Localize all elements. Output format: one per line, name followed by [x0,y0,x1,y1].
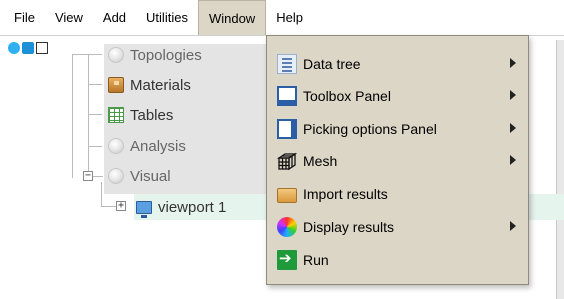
menu-item-label: Picking options Panel [303,121,437,137]
mesh-icon [276,151,298,171]
menu-item-display-results[interactable]: Display results [267,211,528,243]
tree-line [93,176,103,177]
tree-item-label: Topologies [130,46,202,64]
menu-help[interactable]: Help [266,0,313,35]
tree-line [101,182,102,206]
menu-utilities[interactable]: Utilities [136,0,198,35]
expand-viewport-toggle[interactable]: + [116,201,126,211]
data-tree-icon [277,54,297,74]
menu-item-picking-options-panel[interactable]: Picking options Panel [267,113,528,145]
submenu-arrow-icon [510,123,516,133]
menu-item-label: Data tree [303,56,361,72]
menu-item-run[interactable]: Run [267,244,528,276]
import-results-icon [277,187,297,203]
tree-line [88,114,102,115]
right-panel-edge[interactable] [556,40,564,299]
submenu-arrow-icon [510,58,516,68]
menu-item-data-tree[interactable]: Data tree [267,48,528,80]
submenu-arrow-icon [510,221,516,231]
menu-item-label: Display results [303,219,395,235]
sphere-icon[interactable] [8,42,20,54]
monitor-icon [136,200,152,218]
window-menu-dropdown: Data tree Toolbox Panel Picking options … [266,35,529,285]
tree-item-label: Materials [130,76,191,94]
box-icon [108,77,124,93]
tree-item-viewport-1[interactable]: viewport 1 [136,196,226,218]
menu-view[interactable]: View [45,0,93,35]
tree-item-topologies[interactable]: Topologies [108,44,202,66]
tree-item-label: viewport 1 [158,198,227,216]
tree-line [72,54,73,178]
menu-add[interactable]: Add [93,0,136,35]
menu-item-mesh[interactable]: Mesh [267,145,528,177]
menu-bar: File View Add Utilities Window Help [0,0,564,35]
display-shape-toggles [8,42,48,54]
toolbox-panel-icon [277,86,297,106]
tree-item-visual[interactable]: Visual [108,165,171,187]
wireframe-icon[interactable] [36,42,48,54]
run-icon [277,249,297,270]
cube-icon[interactable] [22,42,34,54]
orb-icon [108,138,124,154]
tree-item-label: Analysis [130,137,186,155]
tree-line [72,54,102,55]
display-results-icon [277,217,297,237]
tree-line [88,84,102,85]
orb-icon [108,168,124,184]
submenu-arrow-icon [510,90,516,100]
menu-item-label: Run [303,252,329,268]
tree-item-tables[interactable]: Tables [108,104,173,126]
orb-icon [108,47,124,63]
tree-item-materials[interactable]: Materials [108,74,191,96]
tree-item-label: Visual [130,167,171,185]
tree-line [88,54,89,172]
menu-window[interactable]: Window [197,0,267,35]
tree-line [101,206,117,207]
menu-item-toolbox-panel[interactable]: Toolbox Panel [267,80,528,112]
submenu-arrow-icon [510,155,516,165]
menu-item-label: Toolbox Panel [303,88,391,104]
tree-line [88,146,102,147]
collapse-visual-toggle[interactable]: − [83,171,93,181]
menu-file[interactable]: File [4,0,45,35]
menu-item-import-results[interactable]: Import results [267,178,528,210]
menu-item-label: Mesh [303,153,338,169]
menu-item-label: Import results [303,186,388,202]
tree-item-label: Tables [130,106,174,124]
table-icon [108,107,124,123]
tree-item-analysis[interactable]: Analysis [108,135,186,157]
picking-panel-icon [277,119,297,139]
